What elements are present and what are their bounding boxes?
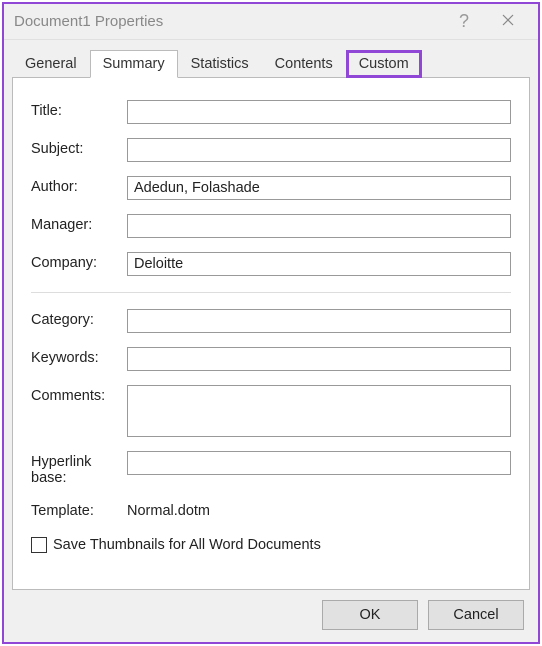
comments-row: Comments: xyxy=(31,385,511,437)
help-button[interactable]: ? xyxy=(442,6,486,38)
window-title: Document1 Properties xyxy=(14,13,442,30)
category-input[interactable] xyxy=(127,309,511,333)
comments-input[interactable] xyxy=(127,385,511,437)
tabs-row: General Summary Statistics Contents Cust… xyxy=(12,50,530,77)
tab-contents[interactable]: Contents xyxy=(262,50,346,77)
tab-general[interactable]: General xyxy=(12,50,90,77)
hyperlink-row: Hyperlink base: xyxy=(31,451,511,486)
subject-label: Subject: xyxy=(31,138,127,157)
manager-label: Manager: xyxy=(31,214,127,233)
keywords-label: Keywords: xyxy=(31,347,127,366)
ok-button[interactable]: OK xyxy=(322,600,418,630)
author-row: Author: xyxy=(31,176,511,200)
subject-row: Subject: xyxy=(31,138,511,162)
properties-dialog: Document1 Properties ? General Summary S… xyxy=(2,2,540,644)
template-value: Normal.dotm xyxy=(127,500,210,519)
close-button[interactable] xyxy=(486,6,530,38)
keywords-input[interactable] xyxy=(127,347,511,371)
category-label: Category: xyxy=(31,309,127,328)
save-thumbnails-checkbox[interactable] xyxy=(31,537,47,553)
author-input[interactable] xyxy=(127,176,511,200)
manager-input[interactable] xyxy=(127,214,511,238)
tab-custom[interactable]: Custom xyxy=(346,50,422,78)
company-input[interactable] xyxy=(127,252,511,276)
save-thumbnails-label: Save Thumbnails for All Word Documents xyxy=(53,537,321,553)
title-input[interactable] xyxy=(127,100,511,124)
tab-summary[interactable]: Summary xyxy=(90,50,178,78)
hyperlink-input[interactable] xyxy=(127,451,511,475)
titlebar: Document1 Properties ? xyxy=(4,4,538,40)
close-icon xyxy=(502,13,514,31)
cancel-button[interactable]: Cancel xyxy=(428,600,524,630)
subject-input[interactable] xyxy=(127,138,511,162)
category-row: Category: xyxy=(31,309,511,333)
title-label: Title: xyxy=(31,100,127,119)
manager-row: Manager: xyxy=(31,214,511,238)
keywords-row: Keywords: xyxy=(31,347,511,371)
help-icon: ? xyxy=(459,11,469,32)
hyperlink-label: Hyperlink base: xyxy=(31,451,127,486)
divider xyxy=(31,292,511,293)
company-label: Company: xyxy=(31,252,127,271)
company-row: Company: xyxy=(31,252,511,276)
save-thumbnails-row: Save Thumbnails for All Word Documents xyxy=(31,537,511,553)
template-row: Template: Normal.dotm xyxy=(31,500,511,519)
tab-statistics[interactable]: Statistics xyxy=(178,50,262,77)
content-area: General Summary Statistics Contents Cust… xyxy=(4,40,538,642)
button-bar: OK Cancel xyxy=(12,590,530,634)
comments-label: Comments: xyxy=(31,385,127,404)
summary-panel: Title: Subject: Author: Manager: Company… xyxy=(12,77,530,590)
template-label: Template: xyxy=(31,500,127,519)
author-label: Author: xyxy=(31,176,127,195)
title-row: Title: xyxy=(31,100,511,124)
